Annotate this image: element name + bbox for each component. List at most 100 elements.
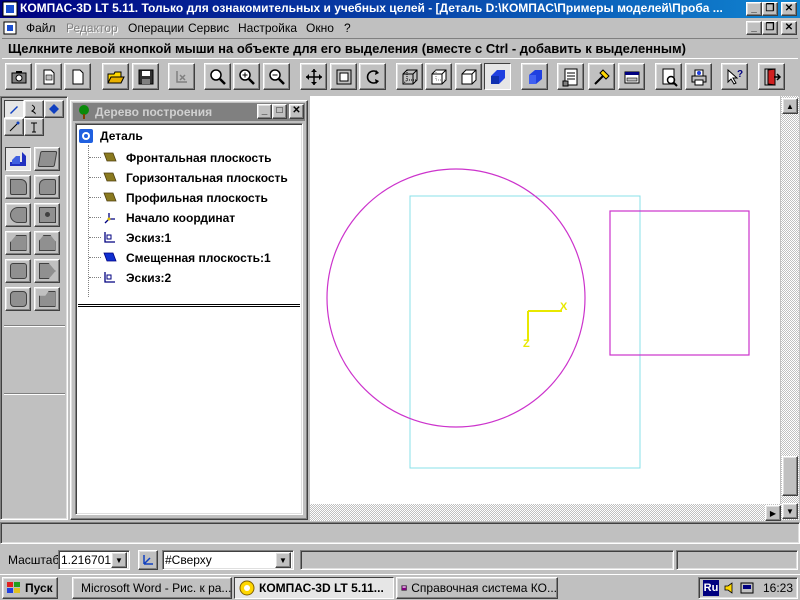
kompas-icon <box>239 580 255 596</box>
toolbar-button-rotate[interactable] <box>359 63 386 90</box>
menu-item[interactable]: Операции <box>128 21 184 35</box>
plane-icon <box>102 170 118 184</box>
toolbar-button-new-document[interactable] <box>35 63 62 90</box>
tree-item[interactable]: Профильная плоскость <box>126 191 268 205</box>
toolbar-button-shaded[interactable] <box>484 63 511 90</box>
toolbar-button-cut[interactable] <box>168 63 195 90</box>
doc-minimize-button[interactable]: _ <box>746 21 762 35</box>
shape-icon <box>38 179 56 195</box>
tree-minimize-button[interactable]: _ <box>257 104 272 119</box>
toolbar-button-print[interactable] <box>685 63 712 90</box>
minimize-button[interactable]: _ <box>746 2 762 16</box>
palette-tab-fill[interactable] <box>44 100 64 118</box>
toolbar-button-open-folder[interactable] <box>102 63 129 90</box>
toolbar-button-properties[interactable] <box>557 63 584 90</box>
palette-separator <box>4 325 65 327</box>
speaker-icon[interactable] <box>723 581 737 595</box>
shape-icon <box>9 179 27 195</box>
toolbar-button-zoom-out[interactable] <box>263 63 290 90</box>
tree-rollback-line[interactable] <box>78 304 300 307</box>
menu-item[interactable]: ? <box>344 21 351 35</box>
scale-label: Масштаб <box>8 553 60 567</box>
scroll-up-button[interactable]: ▲ <box>782 98 798 114</box>
vertical-scrollbar[interactable]: ▲ ▼ <box>781 96 799 520</box>
scroll-down-button[interactable]: ▼ <box>782 503 798 519</box>
view-combobox[interactable]: #Сверху ▼ <box>162 550 294 570</box>
menu-item[interactable]: Окно <box>306 21 334 35</box>
menu-item[interactable]: Настройка <box>238 21 297 35</box>
toolbar-button-perspective[interactable] <box>521 63 548 90</box>
toolbar-button-zoom[interactable] <box>204 63 231 90</box>
toolbar-button-camera[interactable] <box>5 63 32 90</box>
toolbar-button-save[interactable] <box>132 63 159 90</box>
hidden-lines-icon <box>431 69 446 84</box>
menu-item[interactable]: Редактор <box>66 21 118 35</box>
palette-tab-edit[interactable] <box>4 100 24 118</box>
tree-root-label[interactable]: Деталь <box>100 129 143 143</box>
loft-button[interactable] <box>34 175 60 199</box>
toolbar-button-preview[interactable] <box>655 63 682 90</box>
taskbar-button[interactable]: WMicrosoft Word - Рис. к ра... <box>72 577 232 599</box>
restore-button[interactable]: ❐ <box>762 2 778 16</box>
wireframe-icon <box>402 69 417 84</box>
doc-restore-button[interactable]: ❐ <box>762 21 778 35</box>
rotate-body-button[interactable] <box>34 147 60 171</box>
toolbar-button-measure[interactable] <box>588 63 615 90</box>
scale-dropdown-button[interactable]: ▼ <box>111 552 127 568</box>
palette-tab-curves[interactable] <box>24 100 44 118</box>
palette-tab-dimension[interactable] <box>24 118 44 136</box>
document-menu-icon[interactable] <box>3 21 17 35</box>
scheduler-icon[interactable] <box>740 581 754 595</box>
horizontal-scrollbar[interactable]: ▶ <box>310 504 781 521</box>
plane-icon <box>102 190 118 204</box>
menu-item[interactable]: Файл <box>26 21 56 35</box>
toolbar-button-zoom-fit[interactable] <box>330 63 357 90</box>
rib-button[interactable] <box>5 259 31 283</box>
palette-tab-line[interactable] <box>4 118 24 136</box>
clock[interactable]: 16:23 <box>763 581 793 595</box>
extrude-tool-button[interactable] <box>5 147 31 171</box>
toolbar-button-no-hidden-lines[interactable] <box>455 63 482 90</box>
scale-combobox[interactable]: 1.216701 ▼ <box>58 550 130 570</box>
scroll-right-button[interactable]: ▶ <box>765 505 781 521</box>
toolbar-button-settings[interactable] <box>618 63 645 90</box>
fillet-button[interactable] <box>5 203 31 227</box>
chamfer-button[interactable] <box>5 231 31 255</box>
vertical-scroll-thumb[interactable] <box>782 456 798 496</box>
array-button[interactable] <box>5 287 31 311</box>
menu-item[interactable]: Сервис <box>188 21 229 35</box>
doc-close-button[interactable]: ✕ <box>781 21 797 35</box>
taskbar-button[interactable]: КОМПАС-3D LT 5.11... <box>234 577 394 599</box>
message-bar <box>0 522 800 544</box>
kinematic-button[interactable] <box>5 175 31 199</box>
toolbar-button-hidden-lines[interactable] <box>425 63 452 90</box>
language-indicator[interactable]: Ru <box>703 580 719 596</box>
toolbar-button-help-pointer[interactable]: ? <box>721 63 748 90</box>
tree-item[interactable]: Эскиз:1 <box>126 231 171 245</box>
title-bar[interactable]: КОМПАС-3D LT 5.11. Только для ознакомите… <box>0 0 800 18</box>
section-button[interactable] <box>34 259 60 283</box>
toolbar-button-zoom-in[interactable] <box>233 63 260 90</box>
start-button[interactable]: Пуск <box>2 577 58 599</box>
toolbar-button-new-sheet[interactable] <box>64 63 91 90</box>
mirror-button[interactable] <box>34 287 60 311</box>
view-dropdown-button[interactable]: ▼ <box>275 552 291 568</box>
close-button[interactable]: ✕ <box>781 2 797 16</box>
toolbar-button-wireframe[interactable] <box>396 63 423 90</box>
tree-item[interactable]: Эскиз:2 <box>126 271 171 285</box>
shell-button[interactable] <box>34 231 60 255</box>
tree-item[interactable]: Начало координат <box>126 211 235 225</box>
toolbar-button-exit[interactable] <box>758 63 785 90</box>
toolbar-button-pan[interactable] <box>300 63 327 90</box>
orientation-button[interactable] <box>138 550 158 570</box>
tree-maximize-button[interactable]: □ <box>272 104 287 119</box>
kompas-app-icon[interactable] <box>2 1 18 17</box>
tree-item[interactable]: Фронтальная плоскость <box>126 151 271 165</box>
model-viewport[interactable]: X Z <box>310 96 780 506</box>
tree-item[interactable]: Смещенная плоскость:1 <box>126 251 271 265</box>
taskbar-button[interactable]: Справочная система КО... <box>396 577 558 599</box>
tree-title-bar[interactable]: Дерево построения _ □ ✕ <box>73 103 305 121</box>
tree-item[interactable]: Горизонтальная плоскость <box>126 171 288 185</box>
tree-close-button[interactable]: ✕ <box>289 104 304 119</box>
hole-button[interactable] <box>34 203 60 227</box>
